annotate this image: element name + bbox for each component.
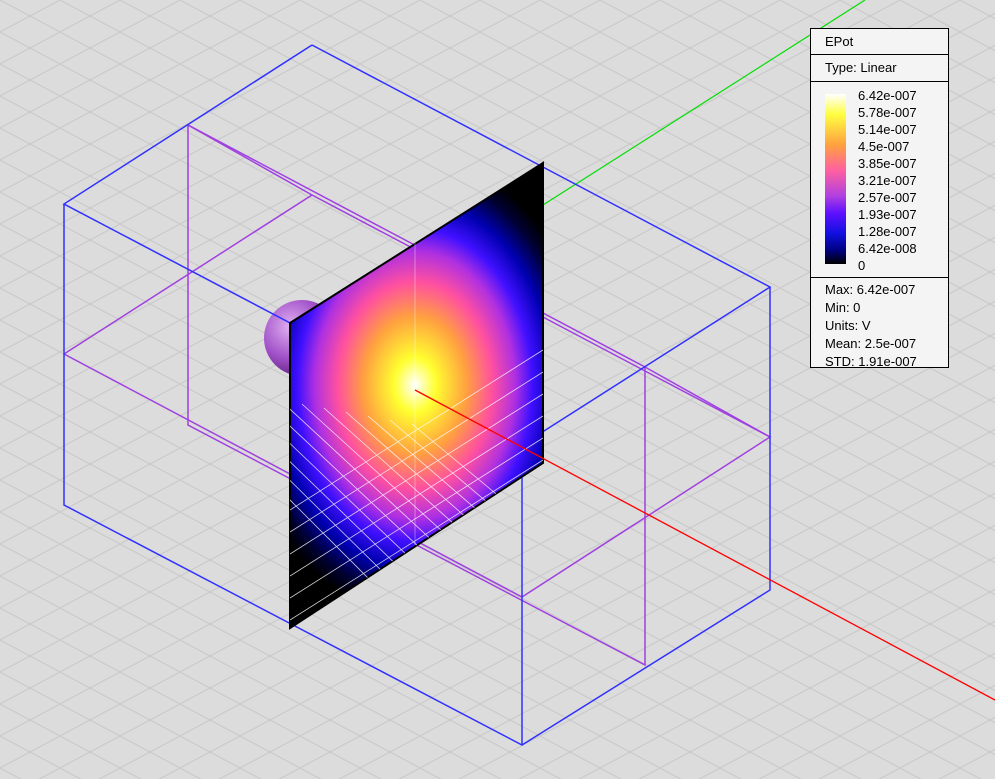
legend-units: Units: V [825, 318, 871, 333]
legend-tick: 0 [858, 258, 866, 273]
legend-tick: 4.5e-007 [858, 139, 910, 154]
legend-max: Max: 6.42e-007 [825, 282, 916, 297]
legend-tick: 5.78e-007 [858, 105, 917, 120]
legend-tick: 3.21e-007 [858, 173, 917, 188]
legend-std: STD: 1.91e-007 [825, 354, 917, 369]
legend-scale: 6.42e-007 5.78e-007 5.14e-007 4.5e-007 3… [811, 82, 948, 278]
legend-tick: 1.28e-007 [858, 224, 917, 239]
legend-tick: 5.14e-007 [858, 122, 917, 137]
legend-min: Min: 0 [825, 300, 861, 315]
legend-tick: 1.93e-007 [858, 207, 917, 222]
colorbar [825, 94, 846, 264]
legend-title: EPot [811, 29, 948, 55]
legend-mean: Mean: 2.5e-007 [825, 336, 917, 351]
legend-tick: 3.85e-007 [858, 156, 917, 171]
color-legend: EPot Type: Linear 6.42e-007 5.78e-007 5.… [810, 28, 949, 369]
legend-tick: 6.42e-007 [858, 88, 917, 103]
legend-type: Type: Linear [811, 55, 948, 82]
legend-tick: 2.57e-007 [858, 190, 917, 205]
legend-tick: 6.42e-008 [858, 241, 917, 256]
